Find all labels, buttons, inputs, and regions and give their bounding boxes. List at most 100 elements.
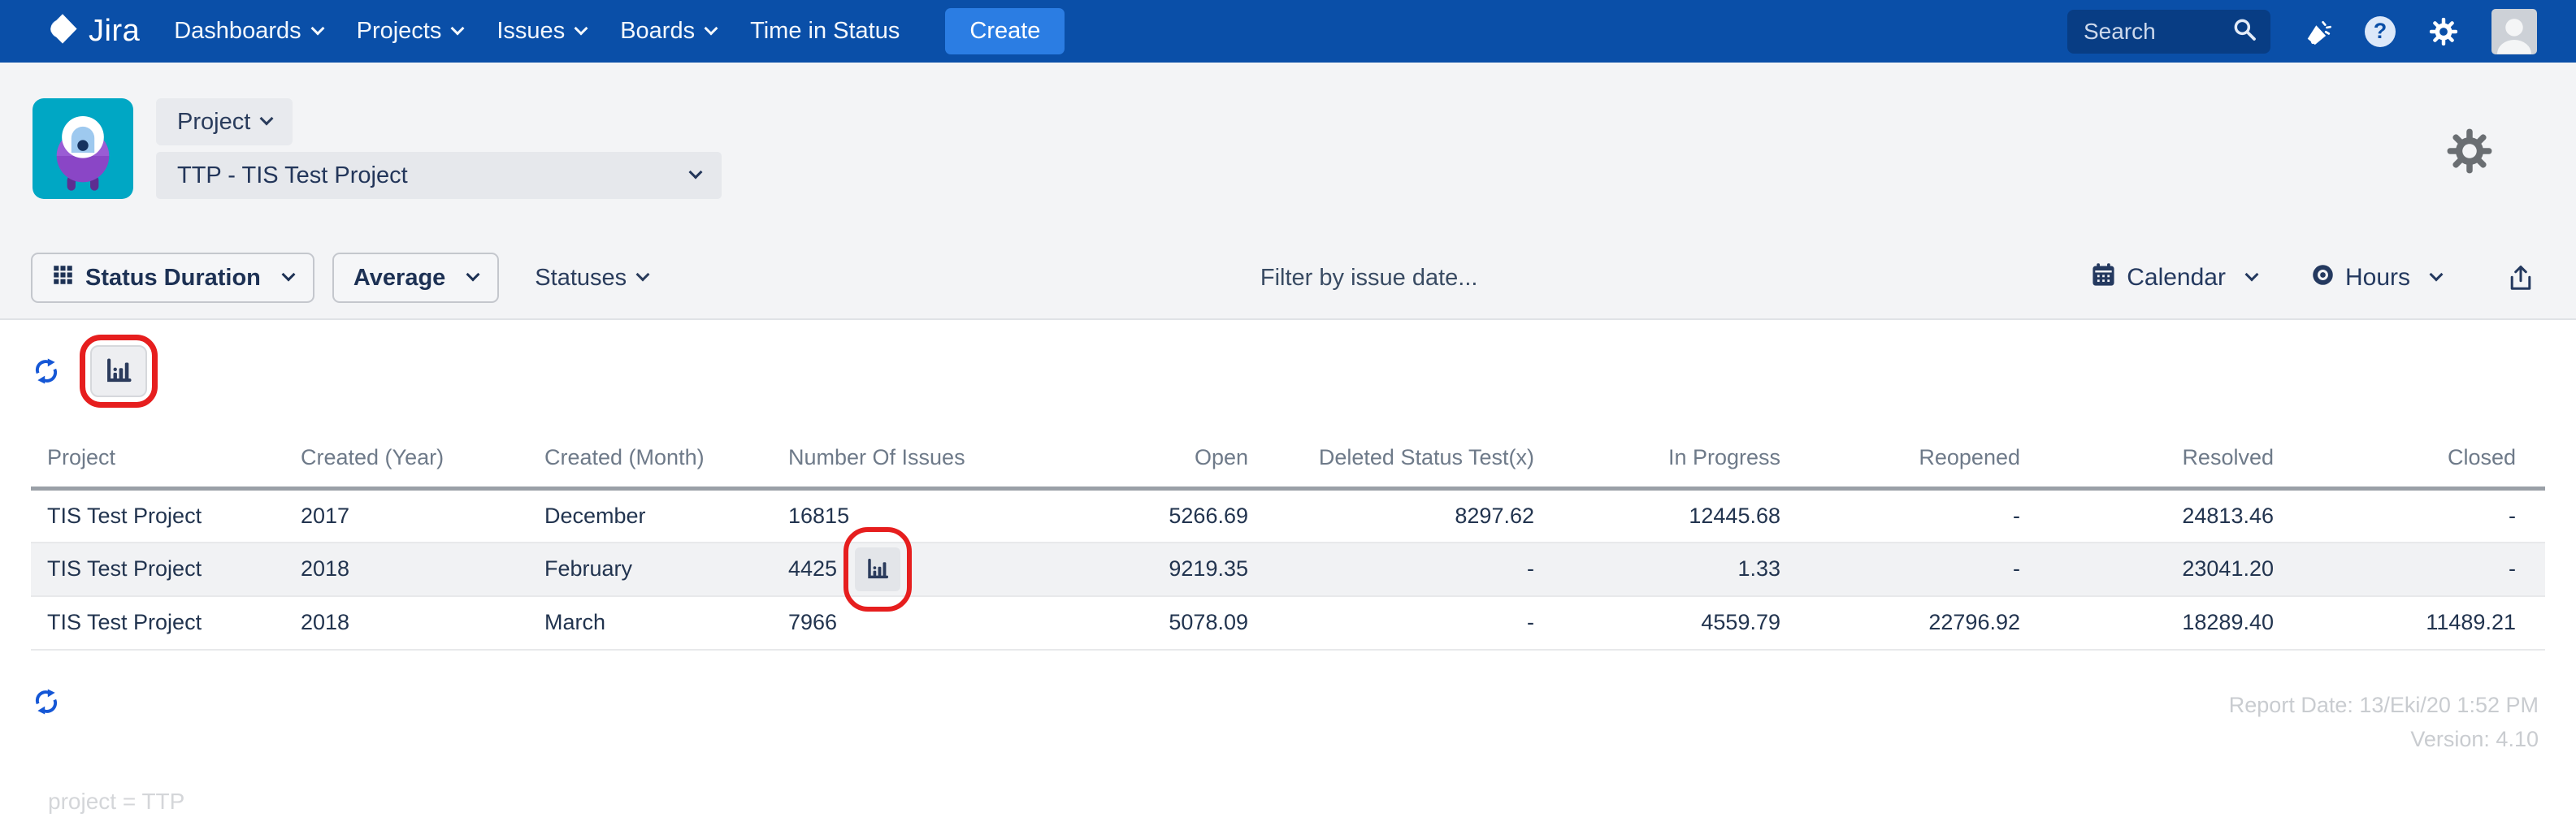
column-header: Resolved xyxy=(2032,435,2285,489)
report-header-band: Project TTP - TIS Test Project xyxy=(0,63,2576,320)
create-button[interactable]: Create xyxy=(945,8,1065,54)
cell: 7966 xyxy=(772,596,1016,650)
chart-view-button[interactable] xyxy=(90,345,147,397)
column-header: Created (Year) xyxy=(284,435,528,489)
chevron-down-icon xyxy=(689,166,703,179)
grid-icon xyxy=(52,264,74,292)
column-header: Project xyxy=(31,435,284,489)
scope-dropdown[interactable]: Project xyxy=(156,98,293,145)
cell: - xyxy=(2285,489,2545,543)
project-controls: Project TTP - TIS Test Project xyxy=(156,98,722,199)
search-box[interactable] xyxy=(2067,10,2270,54)
jira-logo-icon xyxy=(45,11,80,51)
cell: TIS Test Project xyxy=(31,543,284,596)
nav-item-projects[interactable]: Projects xyxy=(357,18,463,45)
chevron-down-icon xyxy=(705,21,718,35)
row-chart-button[interactable] xyxy=(855,547,900,591)
chevron-down-icon xyxy=(466,268,480,282)
cell: - xyxy=(1792,543,2032,596)
cell: 4425 xyxy=(772,543,1016,596)
nav-item-dashboards[interactable]: Dashboards xyxy=(174,18,322,45)
statuses-dropdown[interactable]: Statuses xyxy=(535,265,648,292)
gear-icon[interactable] xyxy=(2428,16,2459,47)
chevron-down-icon xyxy=(2244,268,2258,282)
report-meta: Report Date: 13/Eki/20 1:52 PM Version: … xyxy=(2229,688,2539,756)
cell: - xyxy=(2285,543,2545,596)
time-unit-dropdown[interactable]: Hours xyxy=(2310,262,2441,294)
report-settings-gear-icon[interactable] xyxy=(2444,126,2495,179)
cell: 2018 xyxy=(284,543,528,596)
report-date: Report Date: 13/Eki/20 1:52 PM xyxy=(2229,688,2539,722)
column-header: Created (Month) xyxy=(528,435,772,489)
column-header: Closed xyxy=(2285,435,2545,489)
chevron-down-icon xyxy=(451,21,465,35)
cell: 22796.92 xyxy=(1792,596,2032,650)
nav-item-time-in-status[interactable]: Time in Status xyxy=(750,18,900,45)
user-avatar[interactable] xyxy=(2491,9,2537,54)
column-header: Number Of Issues xyxy=(772,435,1016,489)
nav-right: ? xyxy=(2067,9,2576,54)
top-navigation: Jira Dashboards Projects Issues Boards T… xyxy=(0,0,2576,63)
cell: 8297.62 xyxy=(1260,489,1546,543)
column-header: Deleted Status Test(x) xyxy=(1260,435,1546,489)
search-input[interactable] xyxy=(2084,19,2231,45)
report-toolbar: Status Duration Average Statuses xyxy=(0,253,2576,303)
report-version: Version: 4.10 xyxy=(2229,722,2539,756)
column-header: Reopened xyxy=(1792,435,2032,489)
refresh-icon[interactable] xyxy=(33,357,60,385)
table-row: TIS Test Project 2018 March 7966 5078.09… xyxy=(31,596,2545,650)
cell: - xyxy=(1260,596,1546,650)
jql-query-text: project = TTP xyxy=(0,789,2576,815)
calendar-icon xyxy=(2090,262,2117,295)
cell: 2018 xyxy=(284,596,528,650)
cell: 4559.79 xyxy=(1546,596,1792,650)
report-footer: Report Date: 13/Eki/20 1:52 PM Version: … xyxy=(0,651,2576,756)
report-content: Project Created (Year) Created (Month) N… xyxy=(0,320,2576,826)
cell: March xyxy=(528,596,772,650)
issue-date-filter-input[interactable] xyxy=(648,265,2090,292)
chevron-down-icon xyxy=(260,112,274,126)
chevron-down-icon xyxy=(281,268,295,282)
bullseye-icon xyxy=(2310,262,2335,294)
project-header: Project TTP - TIS Test Project xyxy=(0,98,2576,199)
cell: 24813.46 xyxy=(2032,489,2285,543)
cell: 5266.69 xyxy=(1016,489,1260,543)
cell: 5078.09 xyxy=(1016,596,1260,650)
cell: 11489.21 xyxy=(2285,596,2545,650)
cell: 2017 xyxy=(284,489,528,543)
nav-item-issues[interactable]: Issues xyxy=(497,18,586,45)
column-header: In Progress xyxy=(1546,435,1792,489)
calendar-dropdown[interactable]: Calendar xyxy=(2090,262,2257,295)
project-avatar-monster xyxy=(33,98,133,199)
status-duration-table: Project Created (Year) Created (Month) N… xyxy=(0,435,2576,651)
cell: 1.33 xyxy=(1546,543,1792,596)
annotation-ring xyxy=(80,335,158,408)
cell: TIS Test Project xyxy=(31,596,284,650)
chevron-down-icon xyxy=(2430,268,2444,282)
cell: 16815 xyxy=(772,489,1016,543)
table-row: TIS Test Project 2018 February 4425 xyxy=(31,543,2545,596)
refresh-icon[interactable] xyxy=(33,688,60,716)
nav-item-boards[interactable]: Boards xyxy=(620,18,716,45)
chart-toggle-row xyxy=(0,320,2576,409)
cell: - xyxy=(1260,543,1546,596)
metric-dropdown[interactable]: Average xyxy=(332,253,499,303)
help-icon[interactable]: ? xyxy=(2365,16,2396,47)
cell: TIS Test Project xyxy=(31,489,284,543)
jira-logo[interactable]: Jira xyxy=(45,11,140,51)
report-type-dropdown[interactable]: Status Duration xyxy=(31,253,314,303)
project-select[interactable]: TTP - TIS Test Project xyxy=(156,152,722,199)
cell: 18289.40 xyxy=(2032,596,2285,650)
cell: 12445.68 xyxy=(1546,489,1792,543)
column-header: Open xyxy=(1016,435,1260,489)
cell: 23041.20 xyxy=(2032,543,2285,596)
cell: 9219.35 xyxy=(1016,543,1260,596)
chevron-down-icon xyxy=(575,21,588,35)
table-row: TIS Test Project 2017 December 16815 526… xyxy=(31,489,2545,543)
megaphone-icon[interactable] xyxy=(2303,17,2332,46)
toolbar-right: Calendar Hours xyxy=(2090,262,2535,295)
table-header-row: Project Created (Year) Created (Month) N… xyxy=(31,435,2545,489)
cell: February xyxy=(528,543,772,596)
export-icon[interactable] xyxy=(2506,263,2535,292)
jira-logo-text: Jira xyxy=(89,14,140,49)
